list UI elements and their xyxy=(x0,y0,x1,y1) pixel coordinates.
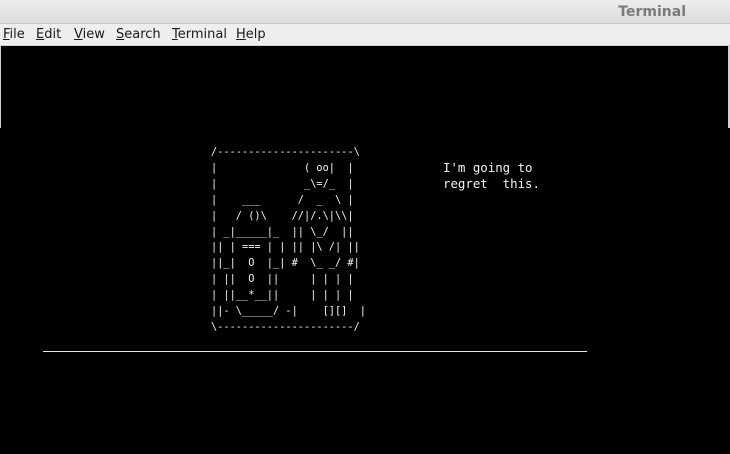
menu-bar: File Edit View Search Terminal Help xyxy=(0,24,730,46)
menu-help[interactable]: Help xyxy=(236,27,266,43)
menu-view[interactable]: View xyxy=(74,27,105,43)
menu-help-mnemonic: H xyxy=(236,27,246,42)
terminal-window: Terminal File Edit View Search Terminal … xyxy=(0,0,730,454)
menu-edit-label: dit xyxy=(44,27,62,42)
ascii-art-droids: /----------------------\ | ( oo| | | _\=… xyxy=(211,146,366,333)
title-bar[interactable]: Terminal xyxy=(0,0,730,24)
divider-line xyxy=(43,351,587,352)
menu-search[interactable]: Search xyxy=(116,27,161,43)
menu-file[interactable]: File xyxy=(3,27,25,43)
terminal-output-area[interactable]: /----------------------\ | ( oo| | | _\=… xyxy=(0,46,730,454)
menu-edit[interactable]: Edit xyxy=(36,27,61,43)
menu-terminal-label: erminal xyxy=(177,27,227,42)
menu-search-label: earch xyxy=(124,27,161,42)
menu-terminal[interactable]: Terminal xyxy=(172,27,227,43)
menu-view-mnemonic: V xyxy=(74,27,83,42)
window-title: Terminal xyxy=(618,4,686,20)
menu-view-label: iew xyxy=(82,27,105,42)
menu-help-label: elp xyxy=(245,27,266,42)
menu-edit-mnemonic: E xyxy=(36,27,45,42)
menu-file-label: ile xyxy=(9,27,25,42)
speech-text: I'm going to regret this. xyxy=(443,160,540,191)
window-border-left xyxy=(0,46,1,128)
